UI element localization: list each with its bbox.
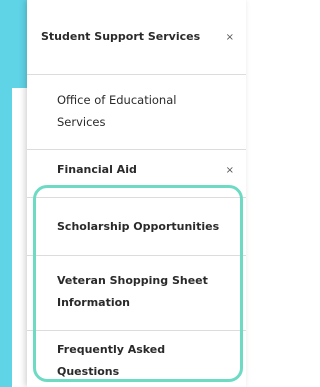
active-section-tab [12,0,27,88]
menu-item-label: Office of Educational Services [57,93,177,129]
submenu-item-label: Veteran Shopping Sheet Information [57,274,208,309]
menu-item-office-of-educational-services[interactable]: Office of Educational Services [27,75,246,150]
menu-item-financial-aid[interactable]: Financial Aid × [27,150,246,198]
submenu-item-frequently-asked-questions[interactable]: Frequently Asked Questions [27,331,246,387]
submenu-item-scholarship-opportunities[interactable]: Scholarship Opportunities [27,198,246,256]
close-icon[interactable]: × [226,165,234,176]
menu-header-student-support-services[interactable]: Student Support Services × [27,0,246,75]
submenu-item-label: Scholarship Opportunities [57,220,220,233]
submenu-item-label: Frequently Asked Questions [57,343,166,378]
navigation-panel: Student Support Services × Office of Edu… [27,0,246,387]
close-icon[interactable]: × [226,32,234,43]
menu-item-label: Financial Aid [57,163,137,176]
accent-sidebar-strip [0,0,12,387]
menu-header-label: Student Support Services [41,30,201,43]
submenu-item-veteran-shopping-sheet[interactable]: Veteran Shopping Sheet Information [27,256,246,331]
